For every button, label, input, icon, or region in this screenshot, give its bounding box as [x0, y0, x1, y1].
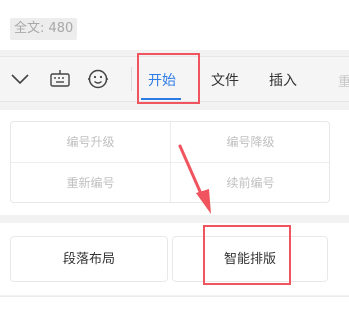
bottom-panel-edge: [0, 296, 349, 310]
pointer-arrow-icon: [178, 144, 211, 214]
